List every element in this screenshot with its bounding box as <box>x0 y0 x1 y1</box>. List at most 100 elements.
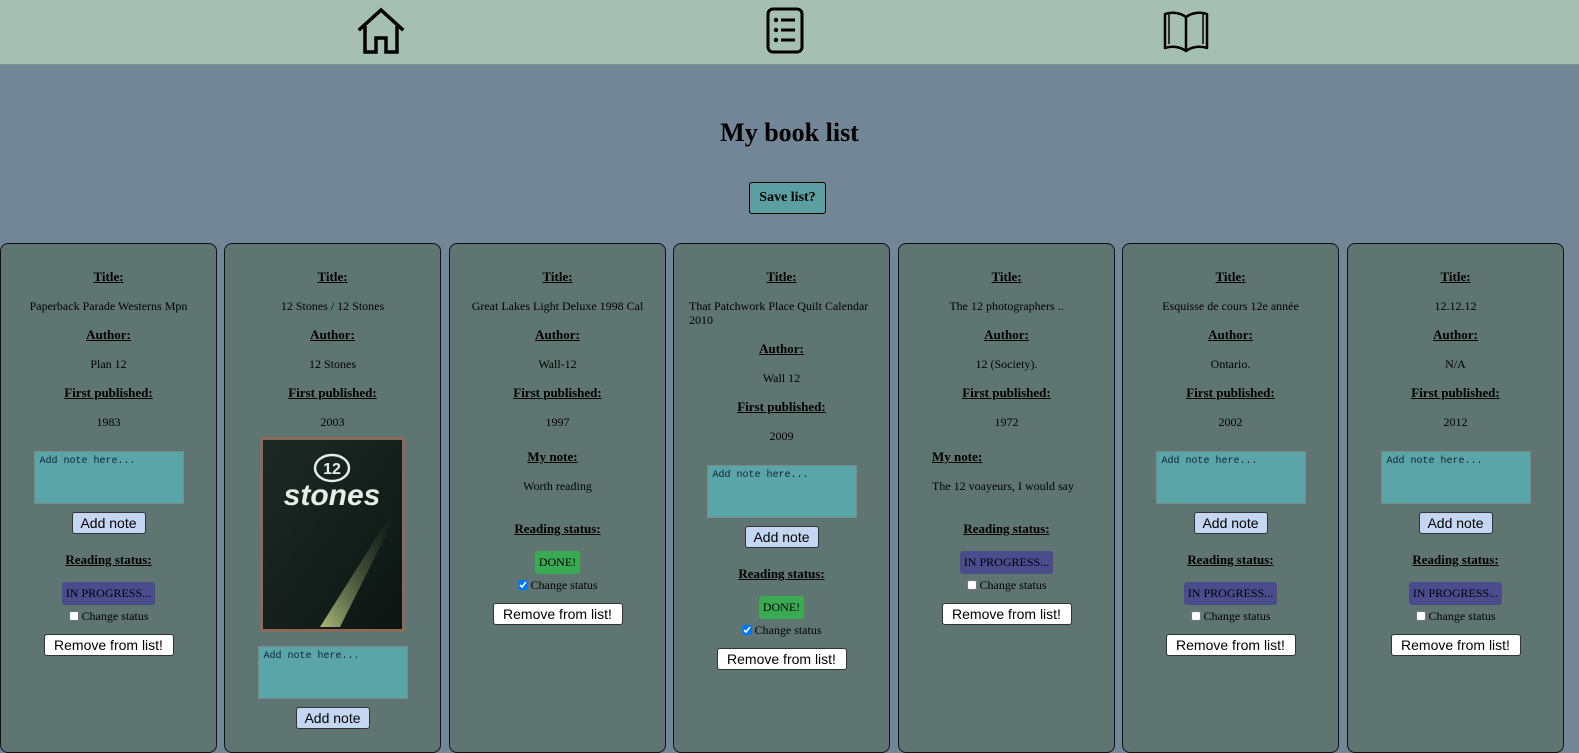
book-first-published: 2012 <box>1443 415 1468 429</box>
change-status-checkbox[interactable] <box>741 625 752 635</box>
change-status-row: Change status <box>684 623 879 638</box>
status-badge: IN PROGRESS... <box>1183 582 1278 605</box>
book-title: Great Lakes Light Deluxe 1998 Cal <box>471 299 644 313</box>
first-published-label: First published: <box>737 399 826 414</box>
title-label: Title: <box>766 269 797 284</box>
book-title: Paperback Parade Westerns Mpn <box>29 299 188 313</box>
change-status-label: Change status <box>1428 609 1496 623</box>
remove-from-list-button[interactable]: Remove from list! <box>1165 634 1296 656</box>
book-first-published: 1972 <box>994 415 1019 429</box>
change-status-checkbox[interactable] <box>68 611 79 621</box>
status-badge: IN PROGRESS... <box>1408 582 1503 605</box>
reading-status-label: Reading status: <box>65 552 152 567</box>
add-note-button[interactable]: Add note <box>744 526 819 548</box>
author-label: Author: <box>535 327 580 342</box>
book-title: That Patchwork Place Quilt Calendar 2010 <box>689 299 869 327</box>
author-label: Author: <box>1433 327 1478 342</box>
reading-status-label: Reading status: <box>963 521 1050 536</box>
change-status-checkbox[interactable] <box>966 580 977 590</box>
remove-from-list-button[interactable]: Remove from list! <box>43 634 174 656</box>
my-note-label: My note: <box>932 449 983 464</box>
first-published-label: First published: <box>513 385 602 400</box>
reading-status-label: Reading status: <box>514 521 601 536</box>
first-published-label: First published: <box>962 385 1051 400</box>
status-badge: DONE! <box>758 596 805 619</box>
book-open-icon[interactable] <box>1161 6 1211 56</box>
home-icon[interactable] <box>356 6 406 56</box>
book-card: Title: Esquisse de cours 12e année Autho… <box>1122 243 1339 753</box>
book-card: Title: 12.12.12 Author: N/A First publis… <box>1347 243 1564 753</box>
cover-logo-word: stones <box>284 479 381 512</box>
book-author: Plan 12 <box>90 357 127 371</box>
reading-status-label: Reading status: <box>738 566 825 581</box>
change-status-row: Change status <box>909 578 1104 593</box>
book-title: 12.12.12 <box>1434 299 1477 313</box>
note-input[interactable] <box>257 646 408 699</box>
my-note-text: The 12 voayeurs, I would say <box>932 479 1074 493</box>
title-label: Title: <box>991 269 1022 284</box>
first-published-label: First published: <box>64 385 153 400</box>
change-status-checkbox[interactable] <box>1415 611 1426 621</box>
add-note-button[interactable]: Add note <box>1418 512 1493 534</box>
remove-from-list-button[interactable]: Remove from list! <box>1390 634 1521 656</box>
change-status-checkbox[interactable] <box>1190 611 1201 621</box>
change-status-checkbox[interactable] <box>517 580 528 590</box>
title-label: Title: <box>542 269 573 284</box>
book-card: Title: Paperback Parade Westerns Mpn Aut… <box>0 243 217 753</box>
status-badge: IN PROGRESS... <box>959 551 1054 574</box>
title-label: Title: <box>317 269 348 284</box>
change-status-label: Change status <box>81 609 149 623</box>
title-label: Title: <box>1440 269 1471 284</box>
book-cover-image: 12 stones <box>260 437 405 632</box>
reading-status-label: Reading status: <box>1187 552 1274 567</box>
book-first-published: 2003 <box>320 415 345 429</box>
change-status-label: Change status <box>979 578 1047 592</box>
book-first-published: 2009 <box>769 429 794 443</box>
first-published-label: First published: <box>288 385 377 400</box>
book-author: Wall-12 <box>538 357 577 371</box>
book-card: Title: The 12 photographers .. Author: 1… <box>898 243 1115 753</box>
author-label: Author: <box>984 327 1029 342</box>
book-author: 12 Stones <box>308 357 356 371</box>
book-author: Ontario. <box>1210 357 1251 371</box>
my-note-label: My note: <box>527 449 578 464</box>
book-cards: Title: Paperback Parade Westerns Mpn Aut… <box>0 243 1579 753</box>
status-badge: IN PROGRESS... <box>61 582 156 605</box>
note-input[interactable] <box>1380 451 1531 504</box>
add-note-button[interactable]: Add note <box>295 707 370 729</box>
remove-from-list-button[interactable]: Remove from list! <box>492 603 623 625</box>
book-title: The 12 photographers .. <box>949 299 1064 313</box>
add-note-button[interactable]: Add note <box>1193 512 1268 534</box>
book-author: Wall 12 <box>762 371 801 385</box>
book-title: Esquisse de cours 12e année <box>1162 299 1299 313</box>
book-first-published: 1983 <box>96 415 121 429</box>
remove-from-list-button[interactable]: Remove from list! <box>941 603 1072 625</box>
note-input[interactable] <box>33 451 184 504</box>
change-status-row: Change status <box>11 609 206 624</box>
book-first-published: 2002 <box>1218 415 1243 429</box>
change-status-row: Change status <box>460 578 655 593</box>
note-input[interactable] <box>706 465 857 518</box>
my-note-text: Worth reading <box>523 479 592 493</box>
save-list-button[interactable]: Save list? <box>749 182 826 214</box>
book-author: 12 (Society). <box>975 357 1038 371</box>
book-card: Title: That Patchwork Place Quilt Calend… <box>673 243 890 753</box>
book-card: Title: Great Lakes Light Deluxe 1998 Cal… <box>449 243 666 753</box>
add-note-button[interactable]: Add note <box>71 512 146 534</box>
change-status-row: Change status <box>1133 609 1328 624</box>
list-icon[interactable] <box>760 6 810 56</box>
change-status-label: Change status <box>1203 609 1271 623</box>
book-author: N/A <box>1445 357 1466 371</box>
note-input[interactable] <box>1155 451 1306 504</box>
change-status-row: Change status <box>1358 609 1553 624</box>
author-label: Author: <box>759 341 804 356</box>
author-label: Author: <box>86 327 131 342</box>
reading-status-label: Reading status: <box>1412 552 1499 567</box>
remove-from-list-button[interactable]: Remove from list! <box>716 648 847 670</box>
change-status-label: Change status <box>530 578 598 592</box>
title-label: Title: <box>1215 269 1246 284</box>
page-title: My book list <box>720 118 859 147</box>
top-navbar <box>0 0 1579 65</box>
change-status-label: Change status <box>754 623 822 637</box>
book-title: 12 Stones / 12 Stones <box>280 299 385 313</box>
